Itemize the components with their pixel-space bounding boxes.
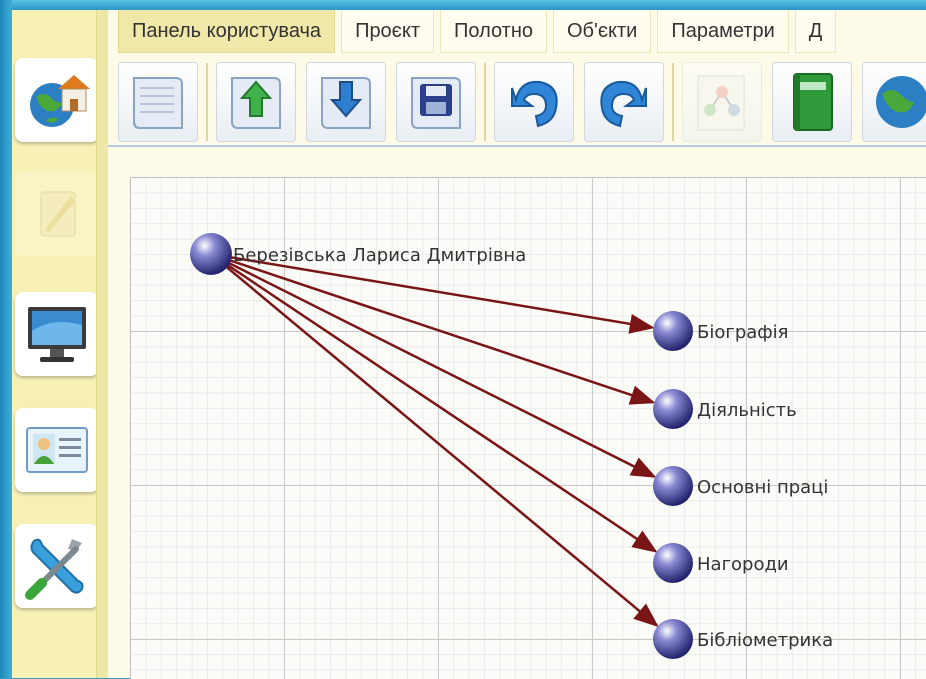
child-node[interactable]: Бібліометрика xyxy=(653,619,833,659)
menu-tabs: Панель користувача Проєкт Полотно Об'єкт… xyxy=(118,10,842,54)
left-sidebar xyxy=(12,10,99,678)
ribbon: Панель користувача Проєкт Полотно Об'єкт… xyxy=(108,10,926,146)
child-node[interactable]: Біографія xyxy=(653,311,789,351)
child-node-label: Основні праці xyxy=(697,477,828,498)
child-node-label: Нагороди xyxy=(697,554,789,575)
edit-button[interactable] xyxy=(15,172,99,256)
connector-arrow[interactable] xyxy=(210,252,657,478)
save-button[interactable] xyxy=(396,62,476,142)
child-node-label: Біографія xyxy=(697,322,789,343)
globe-house-icon xyxy=(30,75,90,127)
child-node-sphere[interactable] xyxy=(653,619,693,659)
quill-icon xyxy=(40,191,76,237)
tab-parameters[interactable]: Параметри xyxy=(657,10,789,53)
child-node[interactable]: Основні праці xyxy=(653,466,828,506)
undo-button[interactable] xyxy=(494,62,574,142)
child-node-sphere[interactable] xyxy=(653,389,693,429)
new-project-button[interactable] xyxy=(118,62,198,142)
presentation-button[interactable] xyxy=(15,292,99,376)
tools-icon xyxy=(25,538,84,600)
child-node-label: Діяльність xyxy=(697,400,797,421)
root-node-label: Березівська Лариса Дмитрівна xyxy=(233,245,526,266)
download-document-icon xyxy=(321,77,371,129)
connector-arrow[interactable] xyxy=(210,252,658,553)
green-book-icon xyxy=(793,73,833,131)
tab-user-panel[interactable]: Панель користувача xyxy=(118,10,336,53)
connector-arrow[interactable] xyxy=(210,253,659,628)
window-frame-top xyxy=(0,0,926,10)
tab-more[interactable]: Д xyxy=(794,10,837,53)
globe-icon xyxy=(876,76,926,128)
tab-project[interactable]: Проєкт xyxy=(341,10,435,53)
toolbar-separator xyxy=(672,63,674,141)
upload-button[interactable] xyxy=(216,62,296,142)
toolbar-separator xyxy=(484,63,486,141)
profile-card-icon xyxy=(26,427,88,473)
ribbon-spacer xyxy=(108,147,926,177)
new-document-icon xyxy=(133,77,183,129)
canvas-area: Березівська Лариса Дмитрівна Біографія Д… xyxy=(108,177,926,679)
graph-structure-icon xyxy=(697,75,745,131)
toolbar xyxy=(118,60,926,144)
book-button[interactable] xyxy=(772,62,852,142)
connector-arrow[interactable] xyxy=(210,252,656,405)
child-node-label: Бібліометрика xyxy=(697,630,833,651)
mind-map-diagram: Березівська Лариса Дмитрівна Біографія Д… xyxy=(190,233,833,659)
undo-icon xyxy=(511,80,558,128)
redo-button[interactable] xyxy=(584,62,664,142)
diagram-canvas[interactable]: Березівська Лариса Дмитрівна Біографія Д… xyxy=(130,177,926,679)
tab-objects[interactable]: Об'єкти xyxy=(553,10,652,53)
upload-document-icon xyxy=(231,77,281,129)
structure-button[interactable] xyxy=(682,62,762,142)
settings-button[interactable] xyxy=(15,524,99,608)
download-button[interactable] xyxy=(306,62,386,142)
child-node-sphere[interactable] xyxy=(653,466,693,506)
child-node[interactable]: Діяльність xyxy=(653,389,797,429)
root-node-sphere[interactable] xyxy=(190,233,232,275)
web-button[interactable] xyxy=(862,62,926,142)
profile-button[interactable] xyxy=(15,408,99,492)
tab-canvas[interactable]: Полотно xyxy=(440,10,547,53)
child-node-sphere[interactable] xyxy=(653,311,693,351)
window-frame-left xyxy=(0,0,12,678)
monitor-icon xyxy=(28,307,86,362)
child-node[interactable]: Нагороди xyxy=(653,543,789,583)
child-node-sphere[interactable] xyxy=(653,543,693,583)
save-document-icon xyxy=(411,77,461,129)
home-button[interactable] xyxy=(15,58,99,142)
toolbar-separator xyxy=(206,63,208,141)
redo-icon xyxy=(600,80,647,128)
